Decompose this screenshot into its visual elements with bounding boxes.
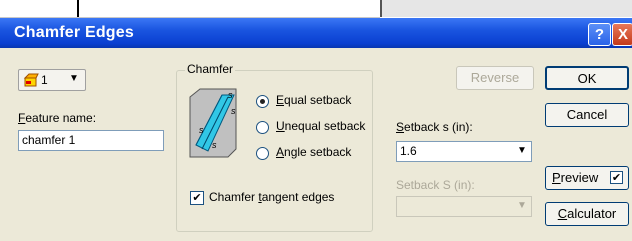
preview-button[interactable]: Preview ✔ [545,166,629,190]
chamfer-group-title: Chamfer [185,62,236,76]
equal-setback-radio[interactable] [256,95,269,108]
setback-s-label: Setback s (in): [396,120,473,134]
equal-setback-label[interactable]: Equal setback [276,93,351,107]
preview-checkbox[interactable]: ✔ [610,171,623,184]
setback-s-value: 1.6 [400,144,417,158]
feature-icon [23,73,39,87]
angle-setback-radio[interactable] [256,147,269,160]
diagram-label-lower-right: s [212,140,217,150]
reverse-button[interactable]: Reverse [456,66,534,90]
setback-s-field[interactable]: 1.6 ▼ [396,141,532,162]
feature-name-label: Feature name: [18,111,97,125]
chevron-down-icon: ▼ [514,197,530,215]
diagram-label-top: s [228,90,233,100]
diagram-label-side: s [231,106,236,116]
background-window-strip [0,0,632,18]
calculator-button[interactable]: Calculator [545,202,629,226]
unequal-setback-label[interactable]: Unequal setback [276,119,365,133]
unequal-setback-radio[interactable] [256,121,269,134]
tangent-edges-label[interactable]: Chamfer tangent edges [209,190,334,204]
dialog-title: Chamfer Edges [14,24,134,41]
setback-S-label: Setback S (in): [396,178,475,192]
close-button[interactable]: X [612,23,632,46]
diagram-label-lower-left: s [199,125,204,135]
setback-S-field: ▼ [396,196,532,217]
angle-setback-label[interactable]: Angle setback [276,145,351,159]
tangent-edges-checkbox[interactable]: ✔ [190,191,204,205]
feature-selector-value: 1 [41,73,48,87]
ok-button[interactable]: OK [545,66,629,90]
chevron-down-icon[interactable]: ▼ [69,73,79,84]
cancel-button[interactable]: Cancel [545,103,629,127]
feature-selector[interactable]: 1 ▼ [18,69,86,91]
help-button[interactable]: ? [588,23,611,46]
feature-name-field[interactable]: chamfer 1 [18,130,164,151]
chamfer-diagram: s s s s [189,88,237,158]
chevron-down-icon[interactable]: ▼ [514,142,530,160]
